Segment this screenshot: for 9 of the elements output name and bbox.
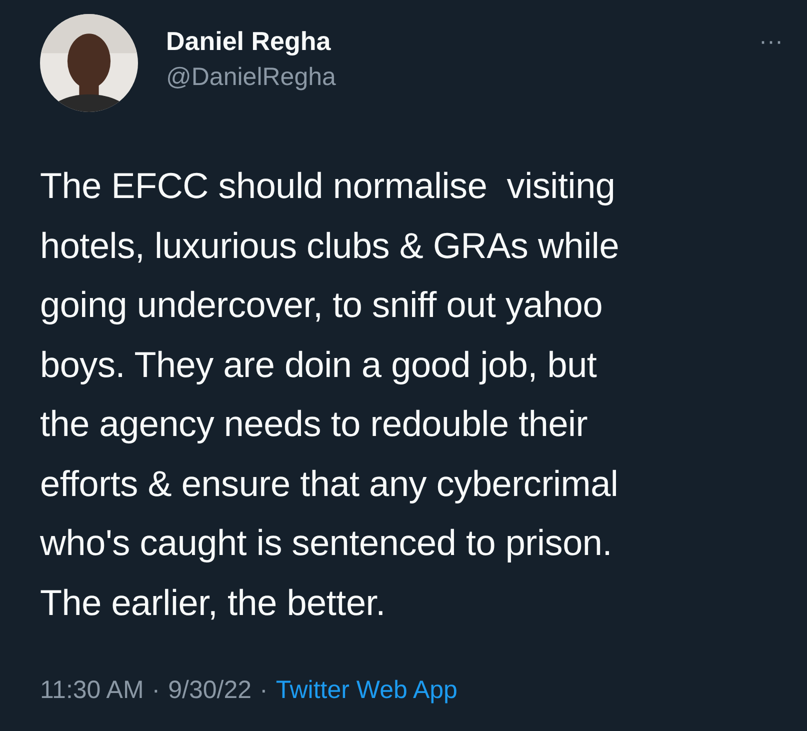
author-handle[interactable]: @DanielRegha [166,63,336,92]
more-button[interactable]: ··· [755,30,787,54]
tweet-text: The EFCC should normalise visiting hotels, luxurious clubs & GRAs while going undercover, to sniff out yahoo boys. They are doin a good job, but the agency needs to redouble their efforts & ensure that any cybercrimal who's caught is sentenced to prison. The earlier, the better. [40,164,620,624]
separator-dot: · [152,676,160,705]
tweet-date: 9/30/22 [168,676,252,705]
tweet-time: 11:30 AM [40,676,144,705]
source-link[interactable]: Twitter Web App [276,676,458,705]
author-name[interactable]: Daniel Regha [166,26,336,57]
separator-dot: · [260,676,268,705]
